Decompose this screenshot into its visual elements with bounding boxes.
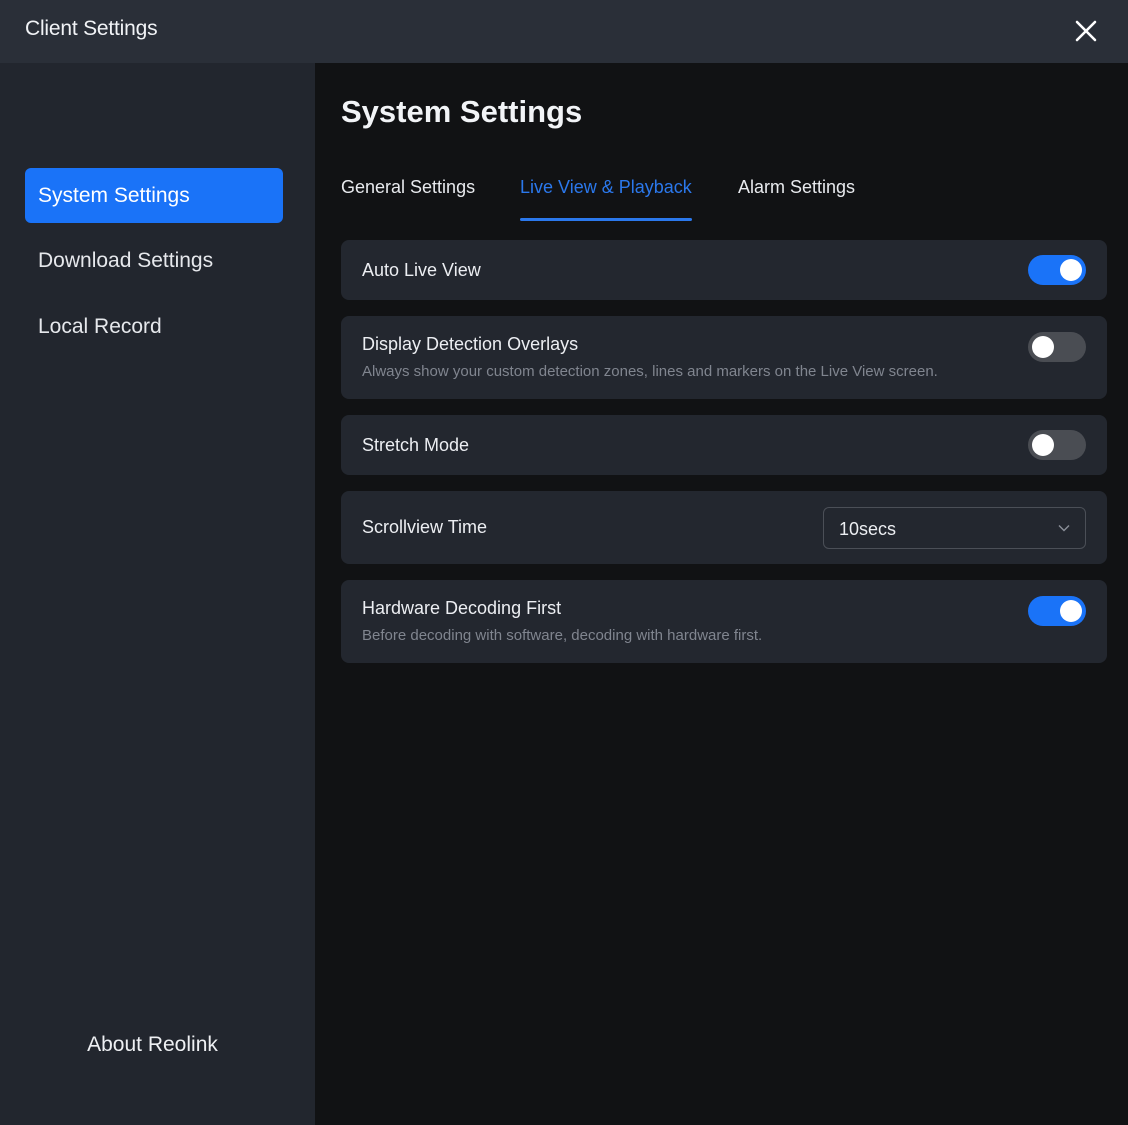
setting-hardware-decoding-first: Hardware Decoding First Before decoding …: [341, 580, 1107, 663]
setting-scrollview-time: Scrollview Time 10secs: [341, 491, 1107, 564]
toggle-knob: [1032, 434, 1054, 456]
setting-label: Display Detection Overlays: [362, 334, 579, 354]
setting-stretch-mode: Stretch Mode: [341, 415, 1107, 475]
sidebar-item-label: Local Record: [38, 314, 162, 338]
toggle-knob: [1060, 600, 1082, 622]
setting-description: Before decoding with software, decoding …: [362, 627, 763, 644]
display-detection-overlays-toggle[interactable]: [1028, 332, 1086, 362]
sidebar-item-download-settings[interactable]: Download Settings: [25, 233, 283, 288]
toggle-knob: [1060, 259, 1082, 281]
page-title: System Settings: [341, 94, 583, 129]
auto-live-view-toggle[interactable]: [1028, 255, 1086, 285]
chevron-down-icon: [1058, 525, 1070, 532]
setting-label: Scrollview Time: [362, 517, 488, 537]
about-reolink-link[interactable]: About Reolink: [0, 1027, 305, 1063]
sidebar-item-label: Download Settings: [38, 248, 214, 272]
select-value: 10secs: [839, 519, 897, 539]
tab-live-view-playback[interactable]: Live View & Playback: [520, 177, 692, 221]
toggle-knob: [1032, 336, 1054, 358]
tab-alarm-settings[interactable]: Alarm Settings: [738, 177, 855, 219]
sidebar: System Settings Download Settings Local …: [0, 63, 315, 1125]
setting-display-detection-overlays: Display Detection Overlays Always show y…: [341, 316, 1107, 399]
sidebar-item-label: System Settings: [38, 183, 190, 207]
main-panel: System Settings General Settings Live Vi…: [315, 63, 1128, 1125]
scrollview-time-select[interactable]: 10secs: [823, 507, 1086, 549]
stretch-mode-toggle[interactable]: [1028, 430, 1086, 460]
setting-description: Always show your custom detection zones,…: [362, 363, 938, 380]
hardware-decoding-first-toggle[interactable]: [1028, 596, 1086, 626]
tab-general-settings[interactable]: General Settings: [341, 177, 475, 219]
title-bar: Client Settings: [0, 0, 1128, 63]
client-settings-window: Client Settings System Settings Download…: [0, 0, 1128, 1125]
setting-label: Auto Live View: [362, 260, 481, 280]
close-button[interactable]: [1066, 12, 1106, 50]
sidebar-item-system-settings[interactable]: System Settings: [25, 168, 283, 223]
sidebar-item-local-record[interactable]: Local Record: [25, 299, 283, 354]
close-icon: [1075, 20, 1097, 42]
setting-auto-live-view: Auto Live View: [341, 240, 1107, 300]
setting-label: Stretch Mode: [362, 435, 470, 455]
window-title: Client Settings: [25, 17, 158, 40]
setting-label: Hardware Decoding First: [362, 598, 562, 618]
